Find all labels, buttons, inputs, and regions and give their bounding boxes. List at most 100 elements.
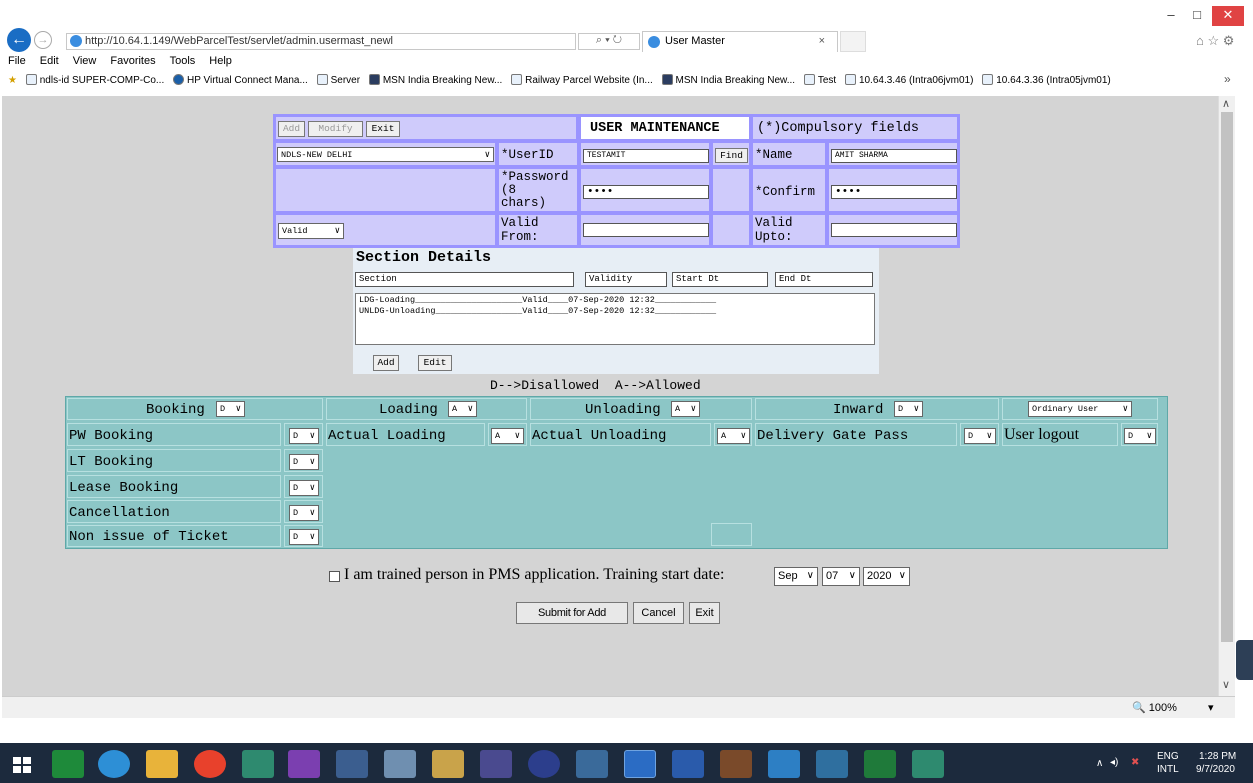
fav-item[interactable]: 10.64.3.46 (Intra06jvm01)	[844, 74, 973, 86]
modify-button[interactable]: Modify	[308, 121, 363, 137]
cancel-button[interactable]: Cancel	[633, 602, 684, 624]
loading-select[interactable]: A ∨	[448, 401, 477, 417]
section-add-button[interactable]: Add	[373, 355, 399, 371]
training-month-select[interactable]: Sep ∨	[774, 567, 818, 586]
fav-item[interactable]: 10.64.3.36 (Intra05jvm01)	[982, 74, 1111, 86]
station-select[interactable]: NDLS-NEW DELHI ∨	[277, 147, 494, 162]
word-icon[interactable]	[672, 750, 704, 778]
trained-checkbox[interactable]	[329, 571, 340, 582]
cancellation-select[interactable]: D ∨	[289, 505, 319, 521]
scrollbar-thumb[interactable]	[1221, 112, 1233, 642]
eclipse-icon[interactable]	[528, 750, 560, 778]
zoom-dropdown-icon[interactable]: ▾	[1208, 701, 1214, 714]
actual-unloading-select[interactable]: A ∨	[717, 428, 750, 444]
store-icon[interactable]	[52, 750, 84, 778]
tab-user-master[interactable]: User Master ×	[642, 31, 838, 52]
tab-close-icon[interactable]: ×	[819, 32, 825, 51]
tray-chevron-icon[interactable]: ∧	[1096, 758, 1103, 769]
clock-date[interactable]: 9/7/2020	[1196, 764, 1235, 775]
fav-item[interactable]: MSN India Breaking New...	[661, 74, 795, 86]
training-year-select[interactable]: 2020 ∨	[863, 567, 910, 586]
section-list[interactable]: LDG-Loading_____________________Valid___…	[355, 293, 875, 345]
actual-loading-select[interactable]: A ∨	[491, 428, 524, 444]
menu-favorites[interactable]: Favorites	[110, 55, 155, 67]
new-tab-button[interactable]	[840, 31, 866, 52]
minimize-button[interactable]: –	[1158, 6, 1184, 26]
chrome-icon[interactable]	[194, 750, 226, 778]
home-favorites-settings-icons[interactable]: ⌂ ☆ ⚙	[1196, 33, 1234, 49]
fav-item[interactable]: Railway Parcel Website (In...	[511, 74, 653, 86]
language-intl[interactable]: INTL	[1157, 764, 1179, 775]
menu-view[interactable]: View	[73, 55, 97, 67]
media-player-icon[interactable]	[912, 750, 944, 778]
scroll-down-icon[interactable]: ∨	[1222, 678, 1230, 691]
exit-action-button[interactable]: Exit	[689, 602, 720, 624]
unloading-select[interactable]: A ∨	[671, 401, 700, 417]
fav-item[interactable]: Server	[316, 74, 360, 86]
user-type-select[interactable]: Ordinary User ∨	[1028, 401, 1132, 417]
favorites-more-chevron-icon[interactable]: »	[1224, 72, 1231, 86]
fav-item[interactable]: Test	[803, 74, 836, 86]
excel-icon[interactable]	[864, 750, 896, 778]
favorites-star-icon[interactable]: ★	[8, 75, 17, 86]
lease-booking-select[interactable]: D ∨	[289, 480, 319, 496]
vertical-scrollbar[interactable]: ∧ ∨	[1218, 96, 1235, 696]
valid-from-input[interactable]	[583, 223, 709, 237]
valid-upto-input[interactable]	[831, 223, 957, 237]
user-logout-select[interactable]: D ∨	[1124, 428, 1156, 444]
chevron-down-icon: ∨	[309, 508, 315, 518]
find-button[interactable]: Find	[715, 148, 748, 163]
editor-icon[interactable]	[480, 750, 512, 778]
validity-select[interactable]: Valid ∨	[278, 223, 344, 239]
non-issue-ticket-select[interactable]: D ∨	[289, 529, 319, 545]
training-day-select[interactable]: 07 ∨	[822, 567, 860, 586]
add-button[interactable]: Add	[278, 121, 305, 137]
fav-item[interactable]: ndls-id SUPER-COMP-Co...	[25, 74, 164, 86]
network-warning-icon[interactable]: ✖	[1131, 757, 1139, 768]
delivery-gate-pass-select[interactable]: D ∨	[964, 428, 996, 444]
lt-booking-select[interactable]: D ∨	[289, 454, 319, 470]
fav-item[interactable]: HP Virtual Connect Mana...	[173, 74, 308, 86]
notes-icon[interactable]	[432, 750, 464, 778]
name-input[interactable]: AMIT SHARMA	[831, 149, 957, 163]
scroll-up-icon[interactable]: ∧	[1222, 97, 1230, 110]
file-explorer-icon[interactable]	[146, 750, 178, 778]
internet-explorer-icon[interactable]	[624, 750, 656, 778]
fav-item[interactable]: MSN India Breaking New...	[368, 74, 502, 86]
language-eng[interactable]: ENG	[1157, 751, 1179, 762]
side-tool-tab[interactable]	[1236, 640, 1253, 680]
booking-select[interactable]: D ∨	[216, 401, 245, 417]
pw-booking-select[interactable]: D ∨	[289, 428, 319, 444]
clock-time[interactable]: 1:28 PM	[1199, 751, 1236, 762]
section-edit-button[interactable]: Edit	[418, 355, 452, 371]
address-bar[interactable]: http://10.64.1.149/WebParcelTest/servlet…	[66, 33, 576, 50]
media-icon[interactable]	[242, 750, 274, 778]
visual-studio-icon[interactable]	[288, 750, 320, 778]
confirm-input[interactable]: ••••	[831, 185, 957, 199]
paint-icon[interactable]	[576, 750, 608, 778]
network-icon[interactable]	[336, 750, 368, 778]
inward-select[interactable]: D ∨	[894, 401, 923, 417]
list-item[interactable]: UNLDG-Unloading_________________Valid___…	[356, 307, 874, 316]
zoom-level[interactable]: 🔍 100%	[1132, 701, 1177, 714]
menu-file[interactable]: File	[8, 55, 26, 67]
app-circle-icon[interactable]	[98, 750, 130, 778]
submit-button[interactable]: Submit for Add	[516, 602, 628, 624]
remote-desktop-icon[interactable]	[768, 750, 800, 778]
maximize-button[interactable]: □	[1184, 6, 1210, 26]
address-search-refresh-icon[interactable]: ⌕ ▾ ↻	[578, 33, 640, 50]
menu-help[interactable]: Help	[209, 55, 232, 67]
menu-edit[interactable]: Edit	[40, 55, 59, 67]
volume-icon[interactable]: ◂)	[1110, 757, 1118, 768]
forward-arrow-icon[interactable]: →	[34, 31, 52, 49]
java-icon[interactable]	[720, 750, 752, 778]
back-arrow-icon[interactable]: ←	[7, 28, 31, 52]
windows-start-icon[interactable]	[8, 750, 36, 778]
calculator-icon[interactable]	[384, 750, 416, 778]
userid-input[interactable]: TESTAMIT	[583, 149, 709, 163]
close-window-button[interactable]: ✕	[1212, 6, 1244, 26]
exit-button[interactable]: Exit	[366, 121, 400, 137]
password-input[interactable]: ••••	[583, 185, 709, 199]
menu-tools[interactable]: Tools	[170, 55, 196, 67]
edit-app-icon[interactable]	[816, 750, 848, 778]
